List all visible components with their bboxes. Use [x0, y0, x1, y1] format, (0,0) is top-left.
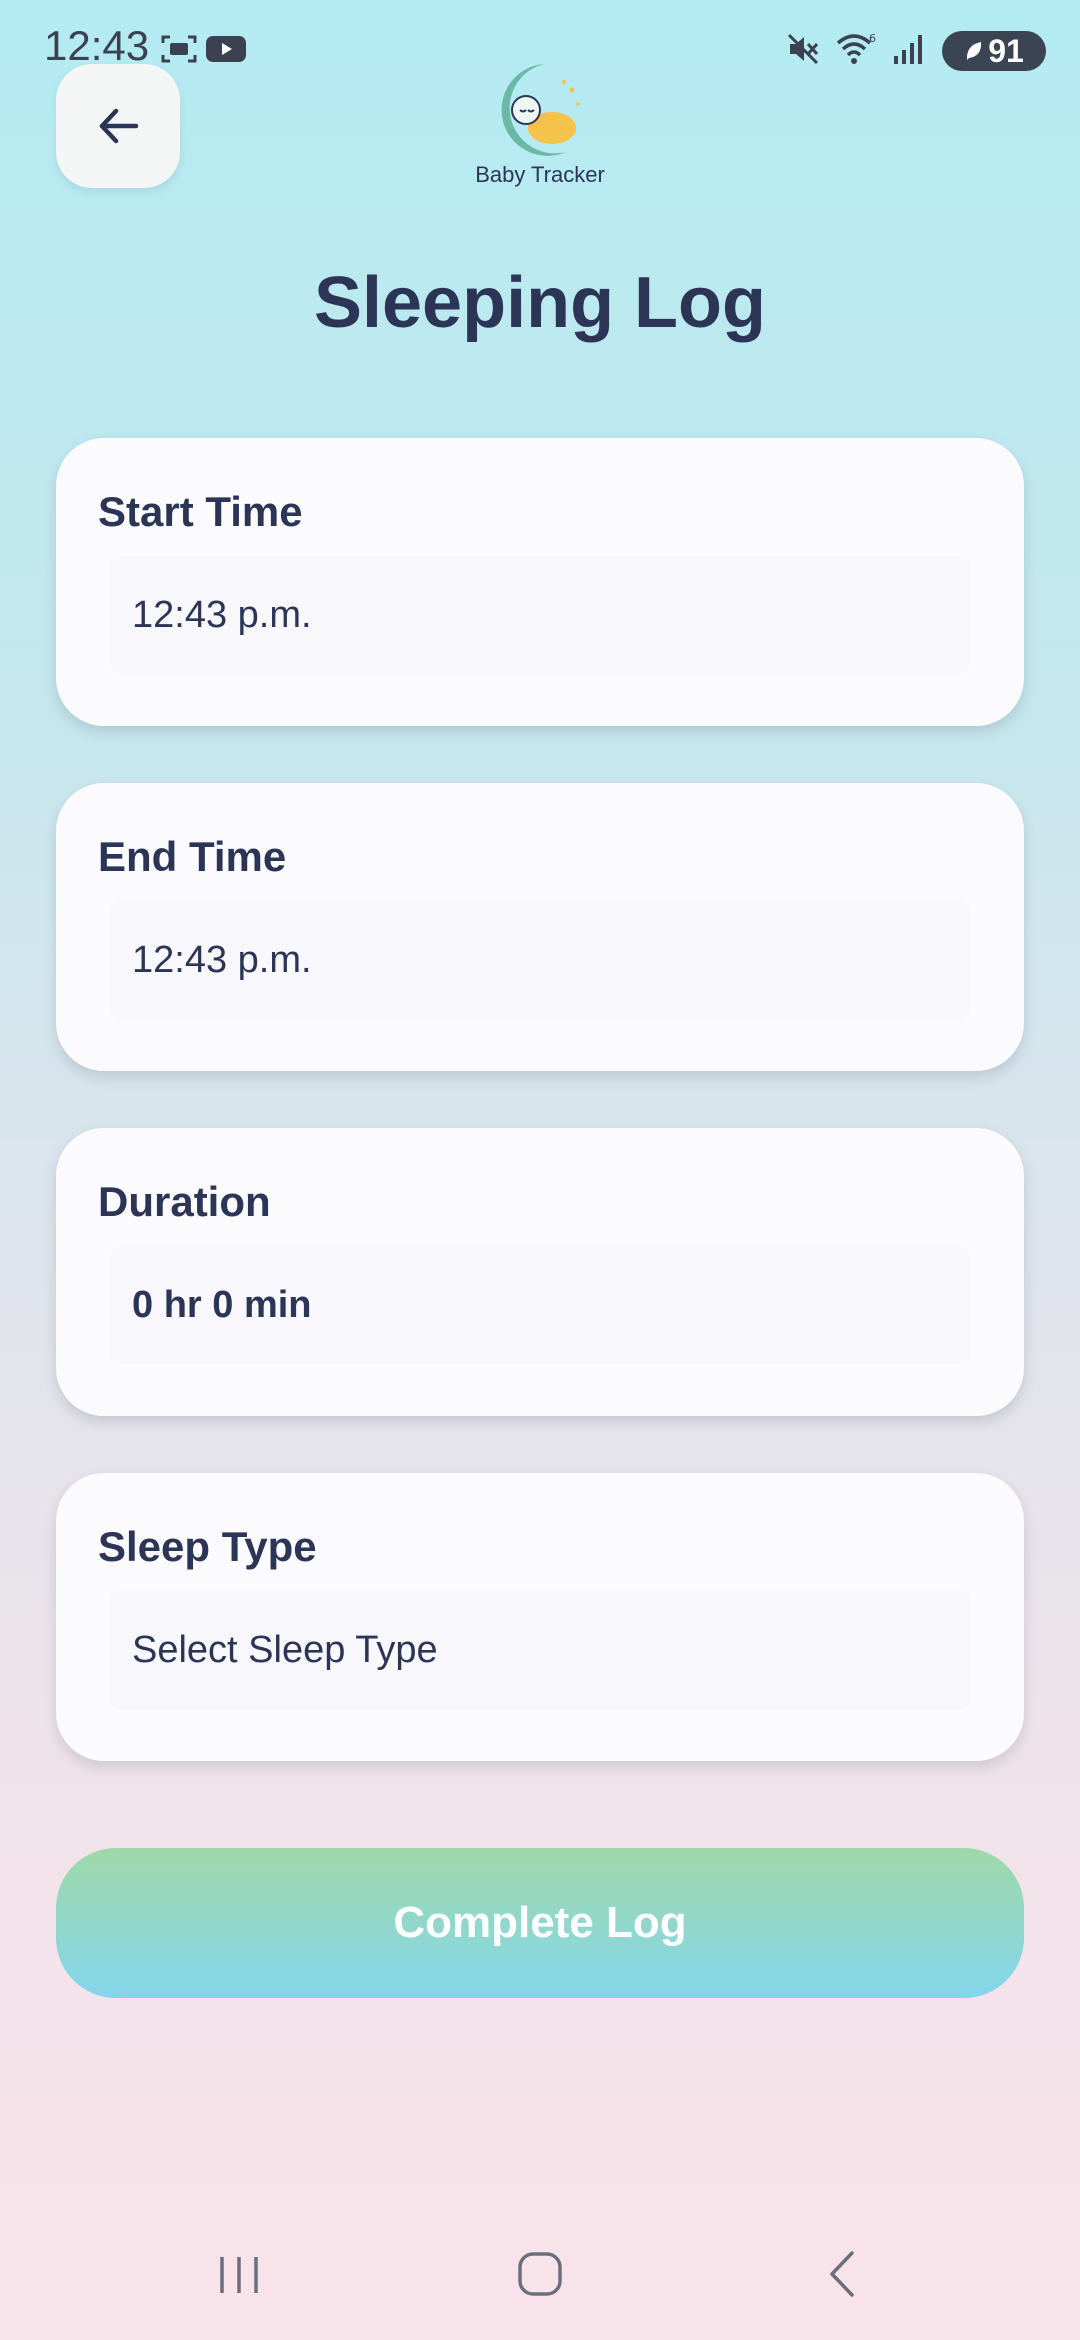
- start-time-field[interactable]: 12:43 p.m.: [110, 556, 970, 674]
- duration-label: Duration: [98, 1178, 271, 1225]
- page-title: Sleeping Log: [313, 263, 766, 343]
- status-time: 12:43: [44, 22, 150, 69]
- home-button[interactable]: [500, 2234, 580, 2314]
- recent-apps-icon: [220, 2257, 258, 2293]
- sleep-type-card: Sleep Type Select Sleep Type: [56, 1473, 1024, 1761]
- status-icons: 6 91: [786, 28, 1046, 74]
- svg-text:6: 6: [869, 32, 876, 45]
- duration-value: 0 hr 0 min: [110, 1246, 970, 1364]
- duration-card: Duration 0 hr 0 min: [56, 1128, 1024, 1416]
- mute-icon: [786, 32, 820, 71]
- chevron-left-icon: [830, 2251, 854, 2297]
- start-time-card: Start Time 12:43 p.m.: [56, 438, 1024, 726]
- battery-icon: 91: [942, 31, 1046, 71]
- wifi-icon: 6: [836, 32, 876, 71]
- youtube-icon: [206, 34, 246, 64]
- arrow-left-icon: [99, 108, 139, 144]
- back-button[interactable]: [56, 64, 180, 188]
- system-back-button[interactable]: [803, 2234, 883, 2314]
- end-time-field[interactable]: 12:43 p.m.: [110, 901, 970, 1019]
- app-logo: Baby Tracker: [440, 60, 640, 188]
- sleep-type-select[interactable]: Select Sleep Type: [110, 1591, 970, 1709]
- battery-level: 91: [988, 32, 1024, 69]
- screenshot-icon: [160, 34, 198, 64]
- moon-baby-icon: [501, 64, 580, 156]
- sleep-type-label: Sleep Type: [98, 1523, 317, 1570]
- navigation-bar: [0, 2210, 1080, 2330]
- end-time-card: End Time 12:43 p.m.: [56, 783, 1024, 1071]
- logo-text: Baby Tracker: [475, 162, 605, 187]
- complete-log-button[interactable]: Complete Log: [56, 1848, 1024, 1998]
- recent-apps-button[interactable]: [199, 2234, 279, 2314]
- home-icon: [518, 2252, 562, 2296]
- leaf-icon: [967, 42, 982, 60]
- signal-icon: [892, 32, 926, 71]
- end-time-label: End Time: [98, 833, 287, 880]
- start-time-label: Start Time: [98, 488, 303, 535]
